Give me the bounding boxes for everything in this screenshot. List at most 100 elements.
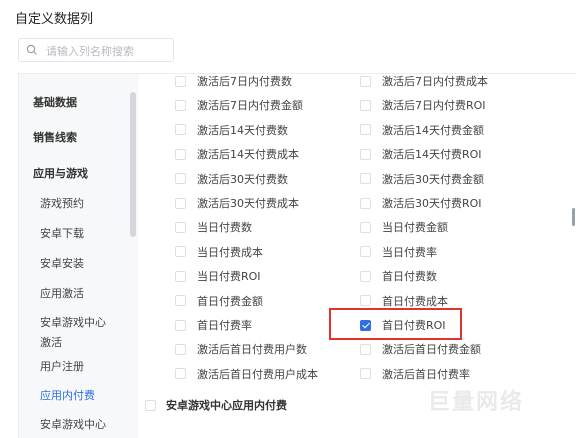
option-checkbox[interactable]: 激活后14天付费ROI — [360, 144, 482, 164]
option-checkbox[interactable]: 激活后首日付费率 — [360, 364, 470, 384]
option-label: 激活后14天付费成本 — [197, 148, 299, 162]
option-checkbox[interactable]: 首日付费率 — [175, 315, 252, 335]
checkbox[interactable] — [175, 343, 186, 355]
watermark: 巨量网络 — [428, 390, 525, 415]
option-label: 激活后30天付费ROI — [382, 197, 482, 210]
option-checkbox[interactable]: 激活后30天付费ROI — [360, 193, 482, 213]
option-label: 激活后30天付费金额 — [382, 172, 484, 186]
sidebar-item-label: 用户注册 — [40, 360, 84, 373]
checkbox[interactable] — [360, 246, 371, 258]
sidebar-item-label: 激活 — [40, 336, 62, 349]
option-checkbox[interactable]: 首日付费金额 — [175, 291, 263, 311]
sidebar-item-label: 应用内付费 — [40, 389, 95, 402]
sidebar-item-label: 安卓下载 — [40, 227, 84, 240]
option-checkbox[interactable]: 激活后14天付费数 — [175, 120, 288, 140]
checkbox[interactable] — [360, 173, 371, 185]
option-label: 激活后7日内付费ROI — [382, 99, 486, 113]
option-label: 当日付费金额 — [382, 221, 448, 235]
sidebar-item[interactable]: 销售线索 — [33, 129, 143, 145]
checkbox[interactable] — [175, 148, 186, 160]
sidebar-item-label: 基础数据 — [33, 96, 77, 109]
checkbox[interactable] — [175, 319, 186, 331]
checkbox[interactable] — [175, 221, 186, 233]
checkbox[interactable] — [360, 270, 371, 282]
sidebar-item[interactable]: 用户注册 — [40, 358, 150, 374]
sidebar-item-label: 游戏预约 — [40, 197, 84, 210]
checkbox[interactable] — [175, 124, 186, 136]
option-label: 激活后14天付费金额 — [382, 123, 484, 137]
option-checkbox[interactable]: 激活后首日付费用户成本 — [175, 364, 318, 384]
option-checkbox[interactable]: 当日付费ROI — [175, 266, 261, 286]
option-label: 当日付费成本 — [197, 245, 263, 259]
content-scrollbar[interactable] — [572, 208, 575, 226]
checkbox[interactable] — [360, 148, 371, 160]
checkbox[interactable] — [360, 99, 371, 111]
checkbox[interactable] — [175, 173, 186, 185]
search-placeholder: 请输入列名称搜索 — [46, 45, 134, 58]
checkbox[interactable] — [145, 399, 156, 411]
option-label: 首日付费金额 — [197, 294, 263, 308]
option-checkbox[interactable]: 当日付费成本 — [175, 242, 263, 262]
checkbox[interactable] — [175, 75, 186, 87]
option-label: 当日付费数 — [197, 221, 252, 235]
search-icon — [26, 44, 37, 55]
group-option-checkbox[interactable]: 安卓游戏中心应用内付费 — [145, 397, 287, 413]
sidebar-scrollbar[interactable] — [130, 92, 136, 237]
sidebar-item-label: 安卓游戏中心 — [40, 316, 106, 329]
checkbox[interactable] — [360, 75, 371, 87]
checkbox[interactable] — [175, 295, 186, 307]
sidebar-item[interactable]: 应用与游戏 — [33, 165, 143, 181]
sidebar-item-label: 应用与游戏 — [33, 167, 88, 180]
option-label: 激活后14天付费ROI — [382, 148, 482, 162]
option-label: 激活后7日内付费数 — [197, 75, 292, 88]
highlight-box — [329, 308, 462, 340]
option-label: 当日付费率 — [382, 245, 437, 259]
option-checkbox[interactable]: 当日付费数 — [175, 217, 252, 237]
option-checkbox[interactable]: 激活后30天付费金额 — [360, 169, 484, 189]
checkbox[interactable] — [360, 124, 371, 136]
option-label: 激活后首日付费金额 — [382, 343, 481, 357]
option-checkbox[interactable]: 激活后7日内付费ROI — [360, 95, 486, 115]
sidebar-item-label: 应用激活 — [40, 287, 84, 300]
option-label: 激活后30天付费成本 — [197, 197, 299, 210]
option-label: 激活后7日内付费金额 — [197, 99, 303, 113]
checkbox[interactable] — [175, 270, 186, 282]
group-option-label: 安卓游戏中心应用内付费 — [166, 399, 287, 412]
option-label: 当日付费ROI — [197, 270, 261, 284]
checkbox[interactable] — [175, 246, 186, 258]
option-checkbox[interactable]: 激活后14天付费金额 — [360, 120, 484, 140]
checkbox[interactable] — [360, 221, 371, 233]
checkbox[interactable] — [175, 99, 186, 111]
option-checkbox[interactable]: 激活后14天付费成本 — [175, 144, 299, 164]
sidebar-item[interactable]: 安卓游戏中心 激活 — [40, 314, 150, 350]
option-checkbox[interactable]: 激活后7日内付费成本 — [360, 74, 488, 91]
checkbox[interactable] — [360, 295, 371, 307]
sidebar-item[interactable]: 安卓安装 — [40, 255, 150, 271]
checkbox[interactable] — [360, 368, 371, 380]
search-input[interactable]: 请输入列名称搜索 — [18, 38, 174, 62]
sidebar-item-label: 安卓安装 — [40, 257, 84, 270]
checkbox[interactable] — [360, 197, 371, 209]
category-sidebar: 基础数据销售线索应用与游戏游戏预约安卓下载安卓安装应用激活安卓游戏中心 激活用户注… — [19, 74, 139, 438]
option-checkbox[interactable]: 首日付费数 — [360, 266, 437, 286]
option-checkbox[interactable]: 激活后首日付费用户数 — [175, 339, 307, 359]
option-label: 激活后14天付费数 — [197, 123, 288, 137]
checkbox[interactable] — [175, 197, 186, 209]
checkbox[interactable] — [360, 343, 371, 355]
dialog-title: 自定义数据列 — [15, 12, 94, 27]
sidebar-item-label: 销售线索 — [33, 131, 77, 144]
option-checkbox[interactable]: 当日付费率 — [360, 242, 437, 262]
option-checkbox[interactable]: 当日付费金额 — [360, 217, 448, 237]
option-checkbox[interactable]: 激活后首日付费金额 — [360, 339, 481, 359]
sidebar-item[interactable]: 应用激活 — [40, 285, 150, 301]
sidebar-item[interactable]: 应用内付费 — [40, 387, 150, 403]
sidebar-item[interactable]: 安卓游戏中心 — [40, 416, 150, 432]
sidebar-item[interactable]: 基础数据 — [33, 94, 143, 110]
option-checkbox[interactable]: 激活后30天付费数 — [175, 169, 288, 189]
option-checkbox[interactable]: 激活后30天付费成本 — [175, 193, 299, 213]
checkbox[interactable] — [175, 368, 186, 380]
option-label: 首日付费成本 — [382, 294, 448, 308]
option-label: 首日付费数 — [382, 270, 437, 284]
option-checkbox[interactable]: 激活后7日内付费金额 — [175, 95, 303, 115]
option-checkbox[interactable]: 激活后7日内付费数 — [175, 74, 292, 91]
